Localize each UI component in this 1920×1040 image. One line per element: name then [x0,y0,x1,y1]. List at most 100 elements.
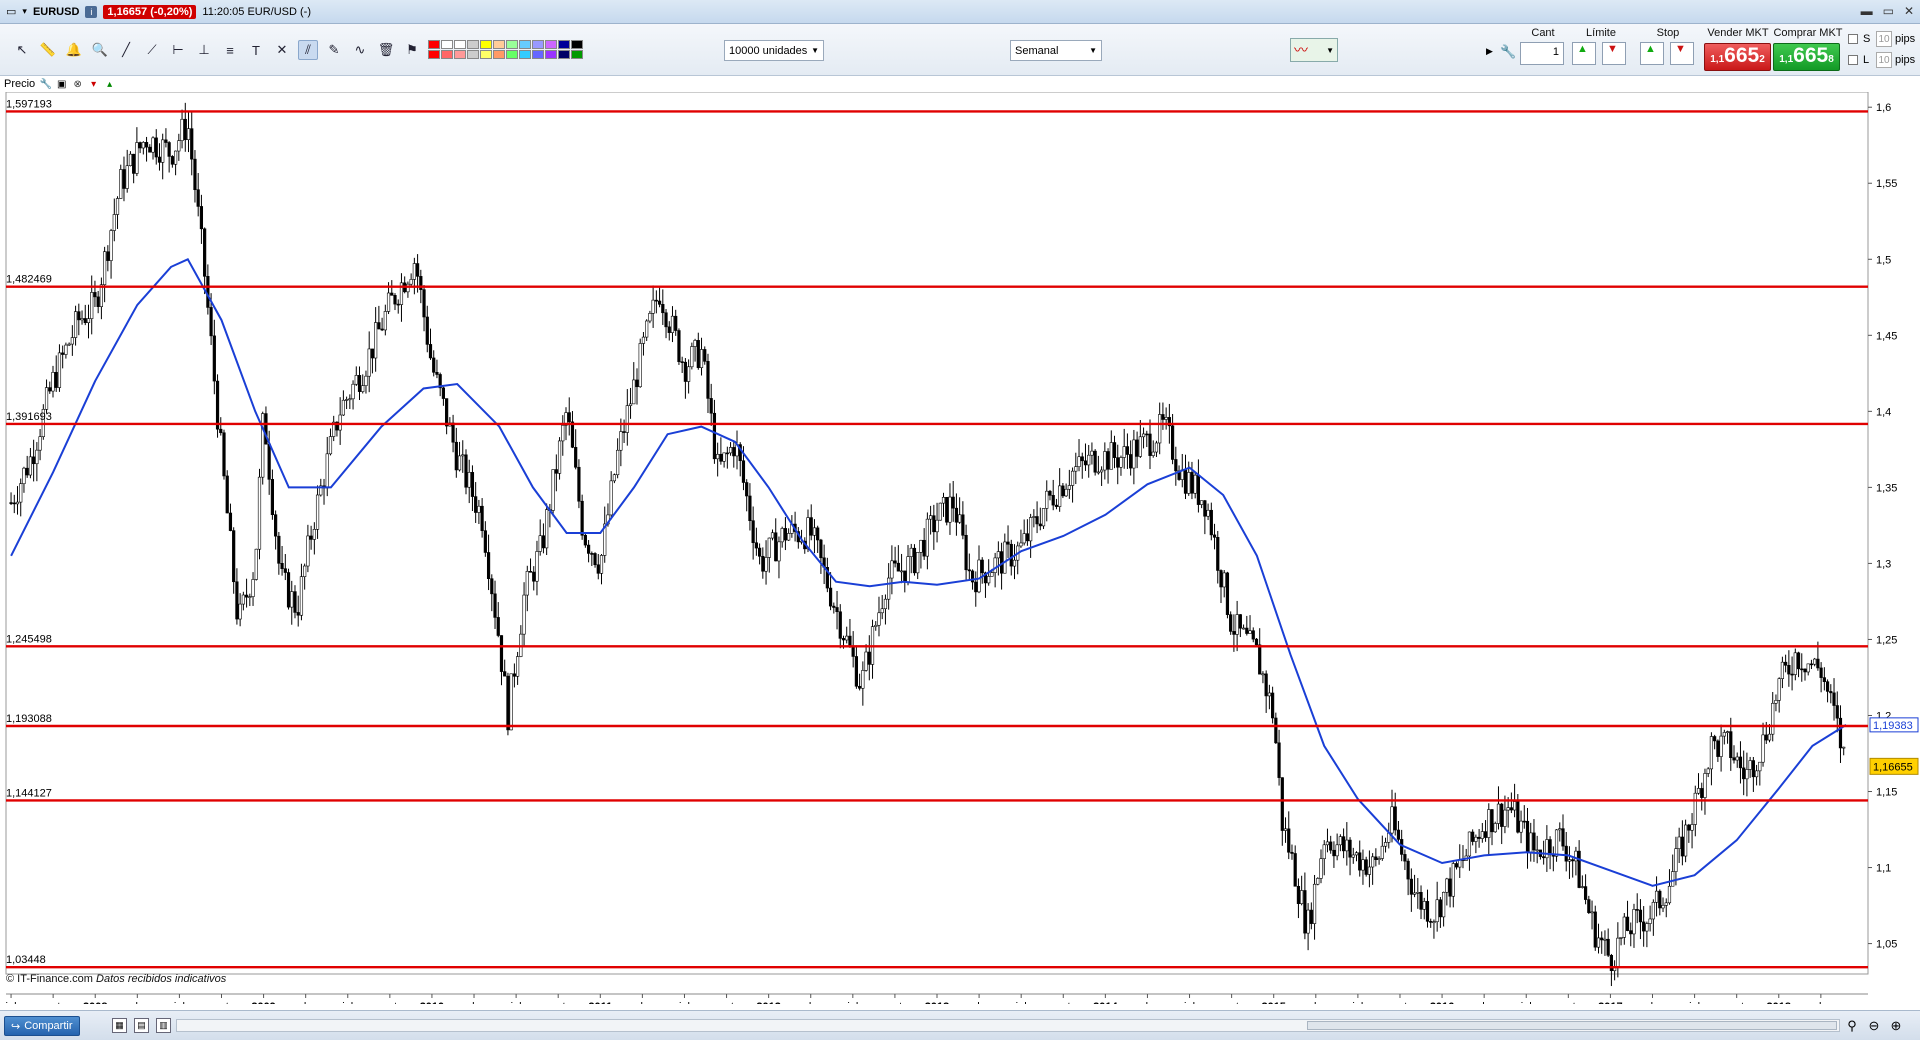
channel-icon[interactable]: ⫽ [298,40,318,60]
color-swatch[interactable] [454,50,466,59]
zoom-in-icon[interactable]: ⊕ [1888,1018,1904,1034]
candle-body [567,412,571,423]
x-tick-label: abr [298,1001,314,1004]
trash-icon[interactable]: 🗑 [376,40,396,60]
candle-body [535,551,539,582]
color-swatch[interactable] [519,40,531,49]
stop-sell-button[interactable]: ▼ [1670,42,1694,65]
candle-body [654,299,658,302]
color-swatch[interactable] [558,50,570,59]
candle-body [1190,472,1194,494]
color-swatch[interactable] [441,50,453,59]
expand-arrow-icon[interactable]: ▶ [1486,46,1493,57]
zoom-out-icon[interactable]: ⊖ [1866,1018,1882,1034]
color-swatch[interactable] [571,40,583,49]
s-label: S [1863,33,1871,45]
color-swatch[interactable] [571,50,583,59]
candle-body [454,441,458,471]
scroll-thumb[interactable] [1307,1021,1837,1030]
page-icon[interactable]: ▤ [134,1018,149,1033]
color-swatch[interactable] [441,40,453,49]
buy-price-pip: 8 [1828,54,1834,65]
color-swatch[interactable] [493,50,505,59]
share-button[interactable]: ↪ Compartir [4,1016,80,1036]
candle-body [1835,705,1839,719]
trendline-icon[interactable]: ╱ [116,40,136,60]
info-icon[interactable]: i [85,5,98,18]
color-swatch[interactable] [467,50,479,59]
color-swatch[interactable] [506,50,518,59]
maximize-icon[interactable]: ▭ [1883,4,1894,18]
color-swatch[interactable] [532,40,544,49]
candle-body [593,553,597,566]
candle-body [1006,541,1010,545]
move-up-icon[interactable]: ▴ [104,79,115,90]
symbol-menu[interactable]: ▾ [22,6,27,17]
zoom-fit-icon[interactable]: ⚲ [1844,1018,1860,1034]
candle-body [645,320,649,338]
wrench-icon[interactable]: 🔧 [39,79,51,90]
color-swatch[interactable] [545,40,557,49]
wrench-icon[interactable]: 🔧 [1500,44,1516,60]
color-swatch[interactable] [532,50,544,59]
candle-body [357,375,362,392]
flag-icon[interactable]: ⚑ [402,40,422,60]
text-icon[interactable]: T [246,40,266,60]
window-icon[interactable]: ▣ [56,79,67,90]
limit-sell-button[interactable]: ▼ [1602,42,1626,65]
candle-body [235,581,239,620]
limit-buy-button[interactable]: ▲ [1572,42,1596,65]
indicator-icon[interactable]: ∿ [350,40,370,60]
color-swatch[interactable] [506,40,518,49]
stop-checkbox[interactable] [1848,34,1858,44]
stop-buy-button[interactable]: ▲ [1640,42,1664,65]
gann-icon[interactable]: ✎ [324,40,344,60]
color-swatch[interactable] [545,50,557,59]
layout-icon[interactable]: ▦ [112,1018,127,1033]
candle-body [770,532,775,539]
fibonacci-icon[interactable]: ≡ [220,40,240,60]
candle-body [516,656,520,677]
horizontal-scrollbar[interactable] [176,1019,1840,1032]
quantity-input[interactable]: 1 [1520,42,1564,65]
color-swatch[interactable] [480,50,492,59]
units-dropdown[interactable]: 10000 unidades ▼ [724,40,824,61]
color-swatch[interactable] [558,40,570,49]
stop-pips-input[interactable]: 10 [1876,31,1892,47]
move-down-icon[interactable]: ▾ [88,79,99,90]
candle-body [751,520,755,544]
horizontal-line-icon[interactable]: ⊢ [168,40,188,60]
color-swatch[interactable] [480,40,492,49]
candle-body [1300,890,1304,904]
close-icon[interactable]: ✕ [1904,4,1914,18]
zoom-icon[interactable]: 🔍 [90,40,110,60]
ray-icon[interactable]: ⟋ [142,40,162,60]
vertical-line-icon[interactable]: ⊥ [194,40,214,60]
ruler-icon[interactable]: 📏 [38,40,58,60]
buy-market-button[interactable]: 1,1 665 8 [1773,43,1840,71]
color-swatch[interactable] [428,40,440,49]
color-swatch[interactable] [467,40,479,49]
cross-icon[interactable]: ✕ [272,40,292,60]
alarm-bell-icon[interactable]: 🔔 [64,40,84,60]
limit-checkbox[interactable] [1848,55,1858,65]
grid-icon[interactable]: ▥ [156,1018,171,1033]
candle-body [977,559,981,593]
candle-body [1154,442,1159,453]
color-swatch[interactable] [454,40,466,49]
y-tick-label: 1,55 [1876,178,1897,190]
color-swatch[interactable] [493,40,505,49]
candle-body [115,198,120,215]
color-swatch[interactable] [428,50,440,59]
color-swatch[interactable] [519,50,531,59]
minimize-icon[interactable]: ▬ [1861,4,1873,18]
chart-canvas[interactable]: 1,597193 1,482469 1,391693 1,245498 1,193088… [0,92,1920,1004]
period-dropdown[interactable]: Semanal ▼ [1010,40,1102,61]
cursor-icon[interactable]: ↖ [12,40,32,60]
chart-type-selector[interactable]: 〰 ▼ [1290,38,1338,62]
sell-market-button[interactable]: 1,1 665 2 [1704,43,1771,71]
limit-pips-input[interactable]: 10 [1876,52,1892,68]
close-circle-icon[interactable]: ⊗ [72,79,83,90]
price-chart[interactable]: 1,597193 1,482469 1,391693 1,245498 1,193088… [0,92,1920,1004]
x-tick-label: 2012 [756,1001,780,1004]
